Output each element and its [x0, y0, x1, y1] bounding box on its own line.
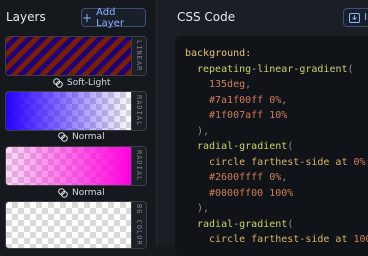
- blend-mode-icon: [53, 78, 63, 88]
- layer-gradient: [6, 92, 132, 130]
- layer-card-3[interactable]: RADIAL: [5, 146, 147, 186]
- blend-mode-label: Normal: [72, 132, 105, 142]
- css-code-panel: CSS Code Im background: repeating-linear…: [156, 0, 368, 256]
- layers-title: Layers: [6, 10, 46, 24]
- add-layer-button[interactable]: + Add Layer: [81, 6, 146, 29]
- code-line: ),: [175, 201, 368, 217]
- layer-preview: [6, 147, 132, 185]
- code-token: 135deg: [209, 79, 246, 90]
- code-token: ),: [197, 125, 210, 137]
- code-token: #7a1f00ff: [209, 94, 264, 106]
- import-button[interactable]: Im: [343, 8, 368, 27]
- code-token: #1f007aff: [209, 110, 264, 121]
- code-token: ,: [281, 172, 288, 183]
- code-line: #0000ff00 100%: [175, 186, 368, 202]
- blend-mode-selector[interactable]: Normal: [58, 132, 105, 142]
- layers-panel: Layers + Add Layer LINEAR Soft-Light RAD…: [0, 0, 156, 249]
- code-token: 100%: [269, 187, 294, 199]
- code-token: ),: [197, 203, 210, 214]
- code-line: radial-gradient(: [175, 139, 368, 155]
- code-token: circle farthest-side at: [209, 234, 348, 245]
- layer-card-2[interactable]: RADIAL: [5, 91, 147, 131]
- layer-type-label: RADIAL: [135, 95, 143, 127]
- code-token: radial-gradient: [197, 218, 288, 230]
- blend-mode-icon: [58, 132, 68, 142]
- css-code-block[interactable]: background: repeating-linear-gradient( 1…: [175, 36, 368, 256]
- code-token: ,: [281, 94, 288, 106]
- layer-card-1[interactable]: LINEAR: [5, 36, 147, 76]
- code-line: repeating-linear-gradient(: [175, 62, 368, 78]
- code-token: #0000ff00: [209, 187, 264, 199]
- code-token: 10%: [269, 110, 288, 121]
- code-token: 100%: [353, 234, 368, 245]
- import-icon: [349, 12, 360, 23]
- layer-preview: [6, 202, 132, 248]
- layer-type-tab: RADIAL: [131, 147, 146, 185]
- code-token: (: [287, 141, 294, 152]
- code-line: #1f007aff 10%: [175, 108, 368, 124]
- blend-mode-icon: [58, 188, 68, 198]
- code-line: 135deg,: [175, 77, 368, 93]
- code-token: radial-gradient: [197, 141, 288, 152]
- code-line: #7a1f00ff 0%,: [175, 93, 368, 109]
- blend-mode-selector[interactable]: Normal: [58, 188, 105, 198]
- code-token: ,: [245, 79, 252, 90]
- layer-preview: [6, 92, 132, 130]
- layer-type-label: BG COLOR: [135, 204, 143, 246]
- code-line: ),: [175, 124, 368, 140]
- import-label: Im: [364, 12, 368, 23]
- layer-preview: [6, 37, 132, 75]
- layer-type-label: LINEAR: [135, 40, 143, 72]
- blend-mode-selector[interactable]: Soft-Light: [53, 78, 110, 88]
- code-line: circle farthest-side at 0% 0: [175, 155, 368, 171]
- code-line: circle farthest-side at 100%: [175, 232, 368, 248]
- layer-card-4[interactable]: BG COLOR: [5, 201, 147, 249]
- layer-type-tab: LINEAR: [131, 37, 146, 75]
- plus-icon: +: [82, 10, 93, 25]
- layer-type-tab: RADIAL: [131, 92, 146, 130]
- code-line: radial-gradient(: [175, 217, 368, 233]
- code-token: 0%: [269, 94, 282, 106]
- css-code-title: CSS Code: [177, 10, 236, 24]
- code-token: repeating-linear-gradient: [197, 63, 348, 75]
- layer-type-tab: BG COLOR: [131, 202, 146, 248]
- layer-gradient: [6, 147, 132, 185]
- code-token: (: [347, 63, 354, 75]
- code-token: (: [287, 218, 294, 230]
- blend-mode-label: Soft-Light: [67, 78, 111, 88]
- code-token: 0%: [269, 172, 282, 183]
- code-token: circle farthest-side at: [209, 156, 348, 168]
- code-line: background:: [175, 46, 368, 62]
- code-token: 0%: [353, 156, 366, 168]
- add-layer-label: Add Layer: [96, 6, 124, 29]
- code-token: background:: [185, 48, 252, 59]
- layer-type-label: RADIAL: [135, 150, 143, 182]
- code-line: #2600ffff 0%,: [175, 170, 368, 186]
- code-token: #2600ffff: [209, 172, 264, 183]
- blend-mode-label: Normal: [72, 188, 105, 198]
